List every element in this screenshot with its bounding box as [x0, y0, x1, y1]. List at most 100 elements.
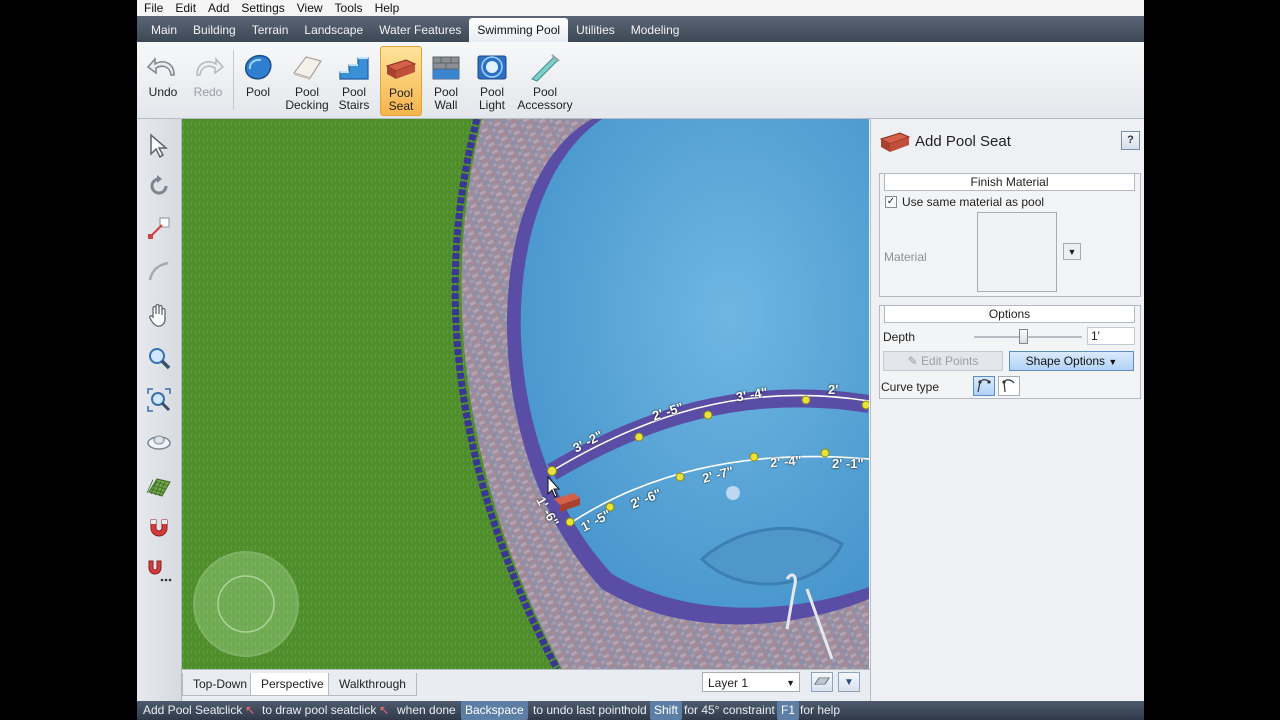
- tab-walkthrough[interactable]: Walkthrough: [328, 673, 417, 696]
- zoom-tool[interactable]: [143, 342, 175, 374]
- tab-main[interactable]: Main: [143, 18, 185, 42]
- menu-add[interactable]: Add: [201, 1, 234, 15]
- undo-button[interactable]: Undo: [143, 46, 183, 114]
- undo-icon: [146, 51, 180, 83]
- pool-wall-label-2: Wall: [434, 98, 458, 112]
- tab-perspective[interactable]: Perspective: [250, 673, 335, 696]
- rotate-tool[interactable]: [143, 170, 175, 202]
- pool-accessory-label-2: Accessory: [517, 98, 573, 112]
- status-help: for help: [800, 703, 841, 717]
- pool-seat-icon: [879, 132, 911, 152]
- depth-value: 1': [1091, 329, 1100, 343]
- pool-accessory-button[interactable]: Pool Accessory: [517, 46, 573, 114]
- pool-light-button[interactable]: Pool Light: [473, 46, 511, 114]
- pool-seat-button[interactable]: Pool Seat: [380, 46, 422, 116]
- mouse-right-icon: ↖: [379, 703, 390, 717]
- menu-settings[interactable]: Settings: [234, 1, 289, 15]
- pool-light-label-2: Light: [478, 98, 506, 112]
- pool-decking-icon: [290, 51, 324, 83]
- edit-points-button[interactable]: ✎ Edit Points: [883, 351, 1003, 371]
- magnet-icon: [150, 519, 168, 537]
- tab-landscape[interactable]: Landscape: [296, 18, 371, 42]
- pool-light-icon: [475, 51, 509, 83]
- grid-tool[interactable]: [143, 471, 175, 503]
- depth-slider[interactable]: [974, 329, 1082, 344]
- status-done: when done: [397, 703, 456, 717]
- pool-stairs-label-2: Stairs: [338, 98, 370, 112]
- ribbon: Undo Redo Pool Pool Decking Pool Stairs …: [137, 42, 1144, 119]
- depth-label: Depth: [883, 330, 916, 344]
- mouse-left-icon: ↖: [245, 703, 256, 717]
- tab-building[interactable]: Building: [185, 18, 244, 42]
- help-button[interactable]: ?: [1121, 131, 1140, 150]
- pool-decking-label-2: Decking: [285, 98, 329, 112]
- select-tool[interactable]: [143, 129, 175, 161]
- left-toolbar: [137, 119, 182, 701]
- draw-arc-tool[interactable]: [143, 255, 175, 287]
- menu-view[interactable]: View: [290, 1, 328, 15]
- shape-options-button[interactable]: Shape Options ▼: [1009, 351, 1134, 371]
- status-mode: Add Pool Seat: [143, 703, 220, 717]
- menu-tools[interactable]: Tools: [328, 1, 368, 15]
- curve-type-spline-button[interactable]: [973, 376, 995, 396]
- material-dropdown[interactable]: ▼: [1063, 243, 1081, 260]
- chevron-down-icon: ▼: [786, 678, 795, 688]
- tab-utilities[interactable]: Utilities: [568, 18, 623, 42]
- dimension-label: 2': [828, 382, 839, 397]
- app-window: File Edit Add Settings View Tools Help M…: [137, 0, 1144, 720]
- panel-title: Add Pool Seat: [915, 133, 1011, 150]
- pool-wall-button[interactable]: Pool Wall: [427, 46, 465, 114]
- magnifier-icon: [149, 348, 171, 370]
- pan-tool[interactable]: [143, 299, 175, 331]
- pool-stairs-icon: [337, 51, 371, 83]
- finish-material-group: Finish Material ✓ Use same material as p…: [879, 173, 1141, 297]
- menu-help[interactable]: Help: [368, 1, 405, 15]
- status-click-1: click: [219, 703, 243, 717]
- pool-button[interactable]: Pool: [239, 46, 277, 114]
- orbit-tool[interactable]: [143, 426, 175, 458]
- arc-curve-icon: [1002, 379, 1015, 393]
- tab-water-features[interactable]: Water Features: [371, 18, 469, 42]
- redo-label: Redo: [193, 85, 223, 99]
- draw-line-tool[interactable]: [143, 212, 175, 244]
- menu-bar: File Edit Add Settings View Tools Help: [137, 0, 1144, 16]
- ribbon-separator: [233, 50, 234, 110]
- hand-icon: [149, 303, 166, 327]
- zoom-extents-tool[interactable]: [143, 384, 175, 416]
- layer-select[interactable]: Layer 1 ▼: [702, 672, 800, 692]
- depth-input[interactable]: 1': [1087, 327, 1135, 345]
- layer-select-value: Layer 1: [708, 676, 749, 690]
- pool-label: Pool: [245, 85, 271, 99]
- tab-modeling[interactable]: Modeling: [623, 18, 688, 42]
- curve-type-arc-button[interactable]: [998, 376, 1020, 396]
- material-label: Material: [884, 250, 927, 264]
- use-same-material-checkbox[interactable]: ✓: [885, 196, 897, 208]
- line-draw-icon: [148, 217, 170, 239]
- pool-stairs-button[interactable]: Pool Stairs: [335, 46, 373, 114]
- use-same-material-label: Use same material as pool: [902, 195, 1045, 209]
- chevron-down-icon: ▼: [1108, 357, 1118, 367]
- spline-curve-icon: [977, 379, 991, 393]
- chevron-down-icon: ▼: [844, 676, 854, 688]
- 3d-viewport[interactable]: 3' -2" 2' -5" 3' -4" 2' 2' -7" 2' -4" 2'…: [182, 119, 869, 669]
- menu-file[interactable]: File: [137, 1, 168, 15]
- tab-terrain[interactable]: Terrain: [244, 18, 297, 42]
- tab-top-down[interactable]: Top-Down: [182, 673, 259, 696]
- redo-icon: [191, 51, 225, 83]
- undo-label: Undo: [148, 85, 178, 99]
- snap-tool[interactable]: [143, 512, 175, 544]
- curve-type-label: Curve type: [881, 380, 940, 394]
- tab-swimming-pool[interactable]: Swimming Pool: [469, 18, 569, 42]
- zoom-extents-icon: [147, 388, 171, 412]
- layer-menu-button[interactable]: ▼: [838, 672, 860, 692]
- depth-slider-thumb[interactable]: [1018, 329, 1028, 344]
- arc-draw-icon: [148, 261, 169, 281]
- snap-options-tool[interactable]: [143, 555, 175, 587]
- material-swatch[interactable]: [977, 212, 1057, 292]
- backspace-key: Backspace: [461, 701, 528, 720]
- dimension-label: 2' -1": [832, 456, 864, 471]
- redo-button[interactable]: Redo: [189, 46, 227, 114]
- pool-decking-button[interactable]: Pool Decking: [283, 46, 331, 114]
- menu-edit[interactable]: Edit: [168, 1, 201, 15]
- layer-settings-button[interactable]: [811, 672, 833, 692]
